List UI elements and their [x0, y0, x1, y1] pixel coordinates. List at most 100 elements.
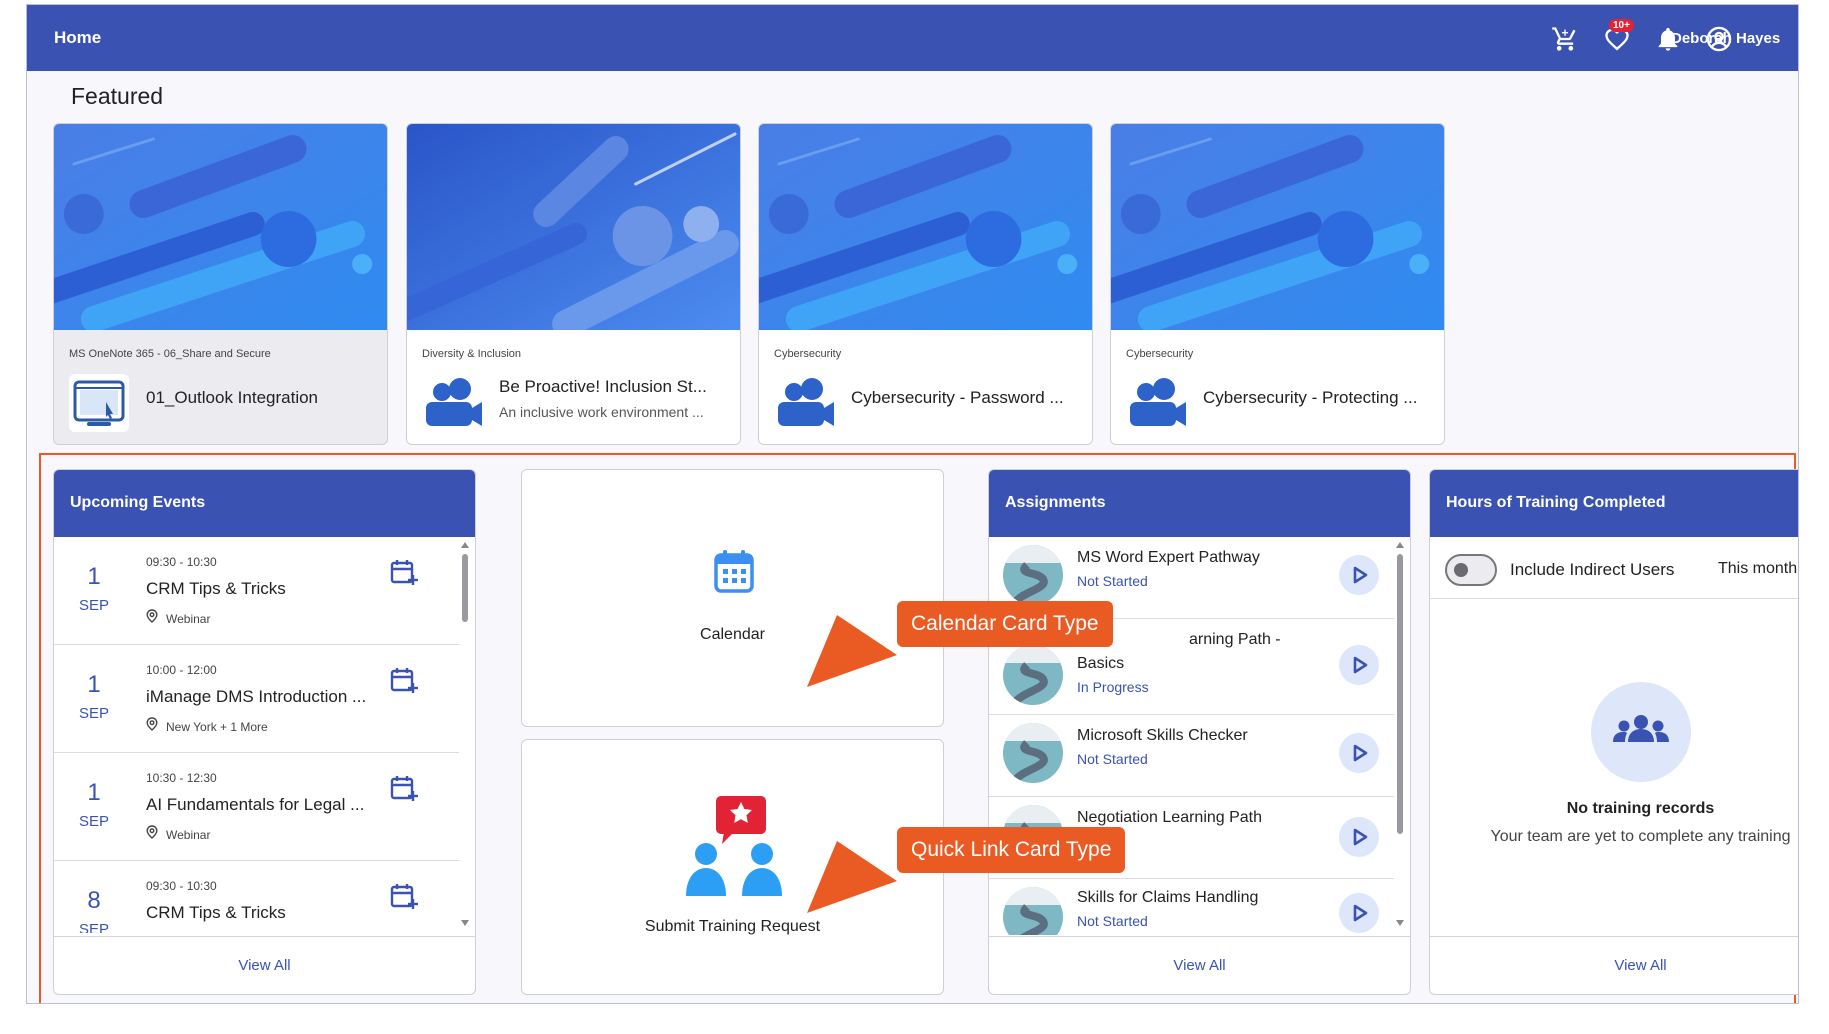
event-month: SEP [78, 705, 109, 722]
play-icon[interactable] [1339, 817, 1379, 857]
featured-card[interactable]: MS OneNote 365 - 06_Share and Secure 01_… [53, 123, 388, 445]
quick-link-card-type-callout: Quick Link Card Type [897, 827, 1126, 873]
shopping-cart-icon[interactable] [1551, 25, 1579, 53]
app-window: Home 10+ Deborah Hayes Featured MS OneNo… [26, 4, 1799, 1004]
view-all-link[interactable]: View All [238, 957, 290, 974]
learning-path-avatar [1003, 887, 1063, 935]
event-time: 09:30 - 10:30 [146, 879, 217, 893]
assignment-item[interactable]: Microsoft Skills Checker Not Started [989, 715, 1394, 797]
divider [1430, 598, 1798, 599]
play-icon[interactable] [1339, 555, 1379, 595]
add-to-calendar-icon[interactable] [389, 773, 419, 803]
event-time: 09:30 - 10:30 [146, 555, 217, 569]
featured-heading: Featured [71, 83, 164, 109]
featured-card-category: MS OneNote 365 - 06_Share and Secure [69, 348, 271, 360]
featured-card[interactable]: Diversity & Inclusion Be Proactive! Incl… [406, 123, 741, 445]
view-all-link[interactable]: View All [1614, 957, 1666, 974]
calendar-card[interactable]: Calendar [521, 469, 944, 727]
calendar-card-label: Calendar [700, 626, 765, 643]
events-scrollbar[interactable] [461, 542, 469, 926]
panel-header: Assignments [989, 470, 1410, 537]
learning-path-avatar [1003, 645, 1063, 705]
empty-state-title: No training records [1566, 800, 1715, 817]
video-meeting-icon [422, 374, 482, 432]
assignments-scrollbar[interactable] [1396, 542, 1404, 926]
scrollbar-thumb[interactable] [1397, 554, 1403, 834]
featured-card-subtitle: An inclusive work environment ... [499, 404, 704, 420]
add-to-calendar-icon[interactable] [389, 557, 419, 587]
event-item[interactable]: 1 SEP 10:30 - 12:30 AI Fundamentals for … [54, 753, 459, 861]
calendar-card-type-callout: Calendar Card Type [897, 601, 1113, 647]
event-location: Webinar [146, 825, 210, 842]
event-time: 10:00 - 12:00 [146, 663, 217, 677]
event-item[interactable]: 1 SEP 09:30 - 10:30 CRM Tips & Tricks We… [54, 537, 459, 645]
video-meeting-icon [774, 374, 834, 432]
scroll-down-arrow[interactable] [1396, 920, 1404, 926]
location-pin-icon [146, 717, 160, 734]
panel-footer: View All [54, 936, 475, 994]
assignment-item[interactable]: Skills for Claims Handling Not Started [989, 879, 1394, 935]
event-title: CRM Tips & Tricks [146, 579, 286, 598]
assignment-title: MS Word Expert Pathway [1077, 549, 1260, 566]
assignment-status: Not Started [1077, 913, 1148, 929]
event-item[interactable]: 8 SEP 09:30 - 10:30 CRM Tips & Tricks [54, 861, 459, 933]
assignment-status: Not Started [1077, 573, 1148, 589]
assignment-title: Negotiation Learning Path [1077, 809, 1263, 826]
featured-card-title: 01_Outlook Integration [146, 388, 319, 407]
play-icon[interactable] [1339, 893, 1379, 933]
event-month: SEP [78, 813, 109, 830]
featured-card[interactable]: Cybersecurity Cybersecurity - Protecting… [1110, 123, 1445, 445]
toggle-knob [1454, 563, 1468, 577]
featured-card-category: Cybersecurity [774, 348, 842, 360]
event-month: SEP [78, 597, 109, 614]
event-item[interactable]: 1 SEP 10:00 - 12:00 iManage DMS Introduc… [54, 645, 459, 753]
learning-path-avatar [1003, 723, 1063, 783]
hours-of-training-panel: Hours of Training Completed Include Indi… [1429, 469, 1798, 995]
top-bar: Home 10+ Deborah Hayes [27, 5, 1798, 71]
assignment-status: In Progress [1077, 679, 1149, 695]
scroll-up-arrow[interactable] [461, 542, 469, 548]
period-select[interactable]: This month [1718, 560, 1797, 578]
scrollbar-thumb[interactable] [462, 554, 468, 622]
add-to-calendar-icon[interactable] [389, 665, 419, 695]
learning-path-avatar [1003, 545, 1063, 605]
featured-card-title: Be Proactive! Inclusion St... [499, 377, 707, 396]
include-indirect-users-toggle[interactable] [1445, 554, 1497, 586]
event-location: New York + 1 More [146, 717, 268, 734]
event-month: SEP [78, 921, 109, 933]
upcoming-events-panel: Upcoming Events 1 SEP 09:30 - 10:30 CRM … [53, 469, 476, 995]
event-day: 1 [87, 671, 101, 698]
event-title: iManage DMS Introduction ... [146, 687, 367, 706]
empty-state-text: Your team are yet to complete any traini… [1490, 828, 1791, 845]
notification-badge: 10+ [1609, 19, 1634, 32]
event-day: 1 [87, 779, 101, 806]
featured-card[interactable]: Cybersecurity Cybersecurity - Password .… [758, 123, 1093, 445]
featured-card-category: Diversity & Inclusion [422, 348, 522, 360]
play-icon[interactable] [1339, 645, 1379, 685]
view-all-link[interactable]: View All [1173, 957, 1225, 974]
panel-footer: View All [1430, 936, 1798, 994]
calendar-icon [713, 548, 755, 594]
scroll-down-arrow[interactable] [461, 920, 469, 926]
event-title: AI Fundamentals for Legal ... [146, 795, 365, 814]
scroll-up-arrow[interactable] [1396, 542, 1404, 548]
add-to-calendar-icon[interactable] [389, 881, 419, 911]
submit-training-request-card[interactable]: Submit Training Request [521, 739, 944, 995]
event-day: 1 [87, 563, 101, 590]
event-location: Webinar [146, 609, 210, 626]
assignments-panel: Assignments MS Word Expert Pathway Not S… [988, 469, 1411, 995]
screen-cursor-icon [69, 374, 129, 432]
assignment-status: Not Started [1077, 751, 1148, 767]
toggle-label: Include Indirect Users [1510, 560, 1675, 579]
featured-card-title: Cybersecurity - Password ... [851, 388, 1064, 407]
submit-training-request-label: Submit Training Request [644, 918, 821, 935]
assignment-title: arning Path - [1189, 631, 1281, 648]
user-name[interactable]: Deborah Hayes [1671, 30, 1780, 47]
page-title[interactable]: Home [54, 28, 101, 48]
location-pin-icon [146, 609, 160, 626]
featured-card-category: Cybersecurity [1126, 348, 1194, 360]
event-time: 10:30 - 12:30 [146, 771, 217, 785]
featured-card-banner [759, 124, 1092, 330]
play-icon[interactable] [1339, 733, 1379, 773]
assignment-title: Microsoft Skills Checker [1077, 727, 1248, 744]
